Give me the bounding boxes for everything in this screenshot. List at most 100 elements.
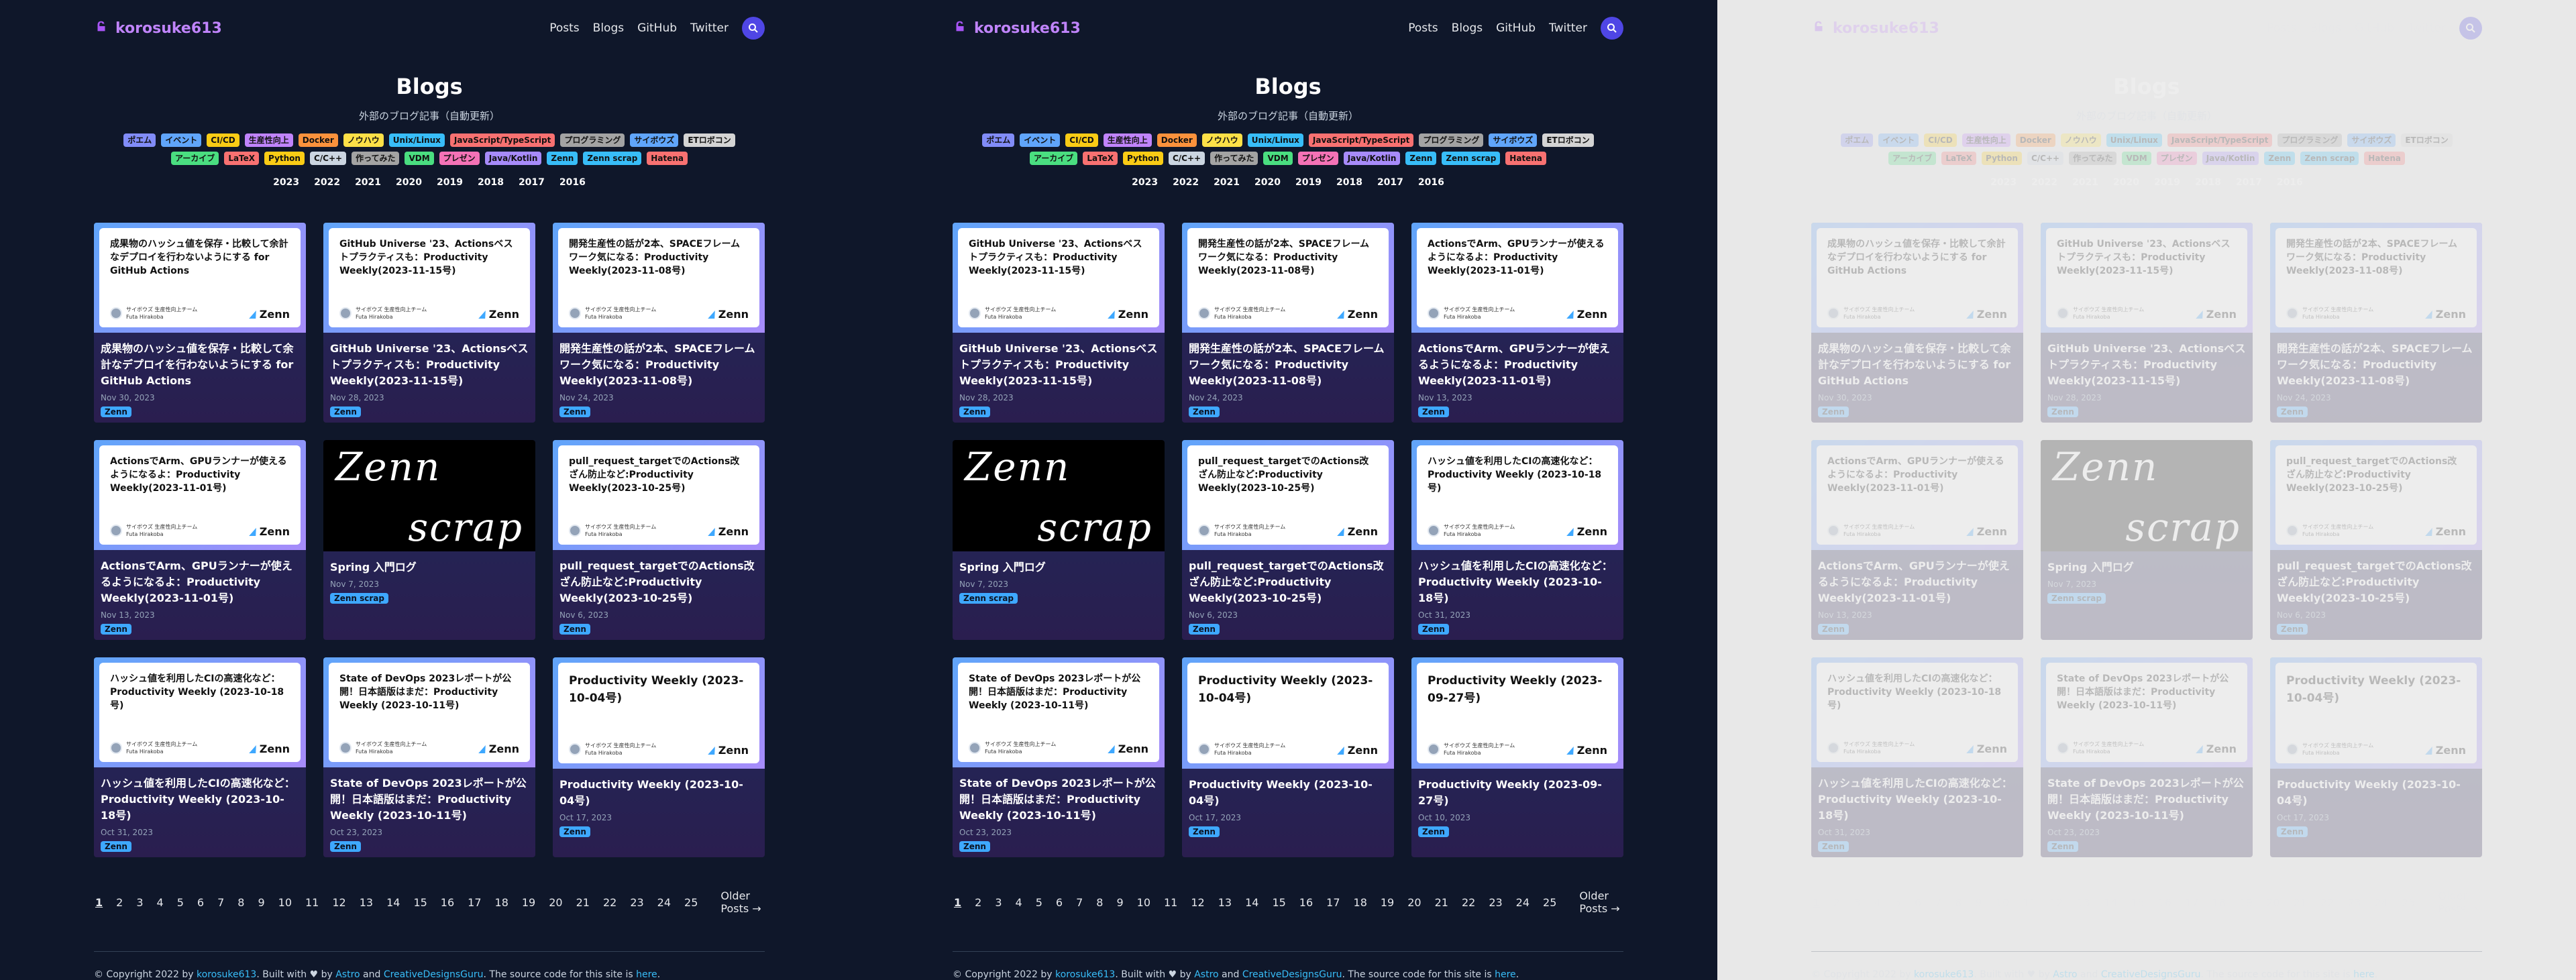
tag-filter[interactable]: プログラミング	[560, 133, 625, 147]
page-link[interactable]: 22	[2319, 896, 2335, 909]
tag-filter[interactable]: C/C++	[309, 152, 347, 165]
page-link[interactable]: 19	[521, 896, 537, 909]
post-title[interactable]: State of DevOps 2023レポートが公開！日本語版はまだ：Prod…	[2047, 775, 2246, 824]
tag-filter[interactable]: ETロボコン	[1542, 133, 1594, 147]
post-title[interactable]: 成果物のハッシュ値を保存・比較して余計なデプロイを行わないようにする for G…	[101, 341, 299, 389]
tag-filter[interactable]: サイボウズ	[2347, 133, 2396, 147]
page-link[interactable]: 6	[1055, 896, 1064, 909]
post-tag-badge[interactable]: Zenn	[2277, 826, 2308, 837]
tag-filter[interactable]: Zenn scrap	[1442, 152, 1501, 165]
tag-filter[interactable]: CI/CD	[1065, 133, 1098, 147]
page-link[interactable]: 21	[575, 896, 591, 909]
tag-filter[interactable]: Python	[1123, 152, 1163, 165]
page-link[interactable]: 2	[1832, 896, 1841, 909]
page-link[interactable]: 23	[1487, 896, 1503, 909]
post-title[interactable]: Productivity Weekly (2023-10-04号)	[1189, 777, 1387, 809]
site-logo[interactable]: korosuke613	[94, 19, 222, 38]
page-link[interactable]: 5	[176, 896, 185, 909]
page-link[interactable]: 22	[1460, 896, 1477, 909]
tag-filter[interactable]: アーカイブ	[171, 152, 219, 165]
post-title[interactable]: Productivity Weekly (2023-10-04号)	[2277, 777, 2475, 809]
page-link[interactable]: 10	[277, 896, 293, 909]
page-link[interactable]: 5	[1034, 896, 1044, 909]
tag-filter[interactable]: Java/Kotlin	[2202, 152, 2259, 165]
nav-link-posts[interactable]: Posts	[2267, 21, 2296, 35]
page-link[interactable]: 2	[115, 896, 124, 909]
post-title[interactable]: 開発生産性の話が2本、SPACEフレームワーク気になる：Productivity…	[2277, 341, 2475, 389]
post-tag-badge[interactable]: Zenn	[1818, 624, 1849, 635]
tag-filter[interactable]: Zenn	[2264, 152, 2296, 165]
nav-link-github[interactable]: GitHub	[2355, 21, 2394, 35]
post-title[interactable]: pull_request_targetでのActions改ざん防止など:Prod…	[559, 558, 758, 606]
page-link[interactable]: 4	[156, 896, 165, 909]
post-card[interactable]: ハッシュ値を利用したCIの高速化など：Productivity Weekly (…	[94, 657, 306, 857]
footer-astro-link[interactable]: Astro	[1194, 969, 1218, 980]
post-card[interactable]: Productivity Weekly (2023-10-04号) サイボウズ 生…	[1182, 657, 1394, 857]
nav-link-blogs[interactable]: Blogs	[2310, 21, 2341, 35]
post-title[interactable]: ハッシュ値を利用したCIの高速化など：Productivity Weekly (…	[1418, 558, 1617, 606]
post-card[interactable]: 開発生産性の話が2本、SPACEフレームワーク気になる：Productivity…	[1182, 223, 1394, 423]
tag-filter[interactable]: サイボウズ	[1489, 133, 1538, 147]
post-tag-badge[interactable]: Zenn	[330, 406, 361, 417]
tag-filter[interactable]: Hatena	[1505, 152, 1546, 165]
tag-filter[interactable]: 生産性向上	[1103, 133, 1152, 147]
post-title[interactable]: 開発生産性の話が2本、SPACEフレームワーク気になる：Productivity…	[1189, 341, 1387, 389]
page-link[interactable]: 7	[1075, 896, 1084, 909]
tag-filter[interactable]: ポエム	[982, 133, 1015, 147]
footer-author-link[interactable]: korosuke613	[197, 969, 256, 980]
tag-filter[interactable]: JavaScript/TypeScript	[1308, 133, 1414, 147]
post-card[interactable]: 開発生産性の話が2本、SPACEフレームワーク気になる：Productivity…	[2270, 223, 2482, 423]
post-card[interactable]: GitHub Universe '23、Actionsベストプラクティスも：Pr…	[323, 223, 535, 423]
page-link[interactable]: 9	[256, 896, 266, 909]
page-link[interactable]: 9	[1974, 896, 1983, 909]
post-tag-badge[interactable]: Zenn	[1418, 826, 1449, 837]
post-title[interactable]: Productivity Weekly (2023-10-04号)	[559, 777, 758, 809]
page-link[interactable]: 14	[385, 896, 401, 909]
footer-astro-link[interactable]: Astro	[335, 969, 360, 980]
post-card[interactable]: ハッシュ値を利用したCIの高速化など：Productivity Weekly (…	[1811, 657, 2023, 857]
page-link[interactable]: 23	[2346, 896, 2362, 909]
older-posts-link[interactable]: Older Posts →	[1579, 889, 1623, 915]
nav-link-posts[interactable]: Posts	[1408, 21, 1438, 35]
footer-astro-link[interactable]: Astro	[2053, 969, 2077, 980]
page-link[interactable]: 1	[94, 896, 104, 909]
post-title[interactable]: GitHub Universe '23、Actionsベストプラクティスも：Pr…	[2047, 341, 2246, 389]
post-tag-badge[interactable]: Zenn	[1189, 406, 1220, 417]
tag-filter[interactable]: Java/Kotlin	[484, 152, 542, 165]
year-filter[interactable]: 2017	[1377, 177, 1403, 188]
year-filter[interactable]: 2022	[2031, 177, 2057, 188]
tag-filter[interactable]: 作ってみた	[2069, 152, 2117, 165]
site-logo[interactable]: korosuke613	[953, 19, 1081, 38]
footer-cdg-link[interactable]: CreativeDesignsGuru	[1242, 969, 1342, 980]
year-filter[interactable]: 2021	[2072, 177, 2098, 188]
page-link[interactable]: 12	[1189, 896, 1205, 909]
tag-filter[interactable]: Unix/Linux	[1247, 133, 1303, 147]
footer-source-link[interactable]: here	[2353, 969, 2375, 980]
page-link[interactable]: 3	[135, 896, 144, 909]
post-tag-badge[interactable]: Zenn	[1818, 406, 1849, 417]
post-card[interactable]: Productivity Weekly (2023-09-27号) サイボウズ 生…	[1411, 657, 1623, 857]
post-card[interactable]: State of DevOps 2023レポートが公開！日本語版はまだ：Prod…	[2041, 657, 2253, 857]
page-link[interactable]: 24	[2373, 896, 2390, 909]
year-filter[interactable]: 2023	[273, 177, 299, 188]
page-link[interactable]: 15	[2129, 896, 2145, 909]
year-filter[interactable]: 2016	[2277, 177, 2303, 188]
page-link[interactable]: 14	[2102, 896, 2118, 909]
tag-filter[interactable]: CI/CD	[1924, 133, 1957, 147]
page-link[interactable]: 3	[1852, 896, 1862, 909]
year-filter[interactable]: 2022	[314, 177, 340, 188]
post-card[interactable]: Zenn scrap Spring 入門ログ Nov 7, 2023 Zenn scra…	[953, 440, 1165, 640]
tag-filter[interactable]: Unix/Linux	[2106, 133, 2162, 147]
post-title[interactable]: GitHub Universe '23、Actionsベストプラクティスも：Pr…	[330, 341, 529, 389]
tag-filter[interactable]: イベント	[1020, 133, 1061, 147]
page-link[interactable]: 10	[1136, 896, 1152, 909]
post-title[interactable]: Spring 入門ログ	[959, 559, 1158, 576]
post-tag-badge[interactable]: Zenn scrap	[959, 593, 1018, 604]
post-title[interactable]: Spring 入門ログ	[330, 559, 529, 576]
tag-filter[interactable]: LaTeX	[1083, 152, 1118, 165]
tag-filter[interactable]: Unix/Linux	[388, 133, 445, 147]
tag-filter[interactable]: VDM	[2122, 152, 2151, 165]
year-filter[interactable]: 2019	[437, 177, 463, 188]
post-tag-badge[interactable]: Zenn	[330, 841, 361, 852]
post-title[interactable]: 開発生産性の話が2本、SPACEフレームワーク気になる：Productivity…	[559, 341, 758, 389]
